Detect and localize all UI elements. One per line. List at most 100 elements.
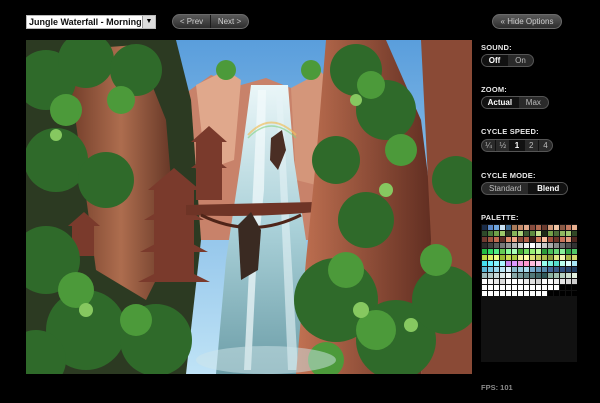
- palette-swatch: [511, 272, 517, 278]
- palette-swatch: [511, 278, 517, 284]
- palette-swatch: [535, 248, 541, 254]
- next-button[interactable]: Next >: [210, 15, 248, 28]
- palette-swatch: [559, 224, 565, 230]
- zoom-max-option[interactable]: Max: [517, 97, 548, 108]
- palette-swatch: [541, 224, 547, 230]
- palette-swatch: [535, 230, 541, 236]
- cycle-mode-standard-option[interactable]: Standard: [482, 183, 528, 194]
- palette-swatch: [481, 254, 487, 260]
- sound-on-option[interactable]: On: [507, 55, 533, 66]
- palette-swatch: [547, 230, 553, 236]
- palette-swatch: [535, 272, 541, 278]
- palette-swatch: [505, 254, 511, 260]
- sound-off-option[interactable]: Off: [482, 55, 507, 66]
- palette-swatch: [535, 224, 541, 230]
- zoom-actual-option[interactable]: Actual: [482, 97, 518, 108]
- scene-select[interactable]: Jungle Waterfall - Morning ▼: [26, 15, 156, 29]
- palette-swatch: [559, 284, 565, 290]
- palette-swatch: [481, 230, 487, 236]
- palette-swatch: [565, 290, 571, 296]
- cycle-speed-2-option[interactable]: 2: [523, 140, 538, 151]
- chevron-down-icon[interactable]: ▼: [142, 16, 155, 28]
- zoom-label: ZOOM:: [481, 85, 507, 94]
- palette-swatch: [565, 260, 571, 266]
- palette-swatch: [535, 260, 541, 266]
- palette-swatch: [481, 290, 487, 296]
- palette-swatch: [499, 254, 505, 260]
- palette-swatch: [541, 236, 547, 242]
- cycle-mode-label: CYCLE MODE:: [481, 171, 536, 180]
- cycle-speed-1-option[interactable]: 1: [509, 140, 524, 151]
- palette-swatch: [535, 278, 541, 284]
- palette-swatch: [523, 248, 529, 254]
- palette-swatch: [535, 242, 541, 248]
- palette-swatch: [541, 266, 547, 272]
- palette-swatch: [511, 284, 517, 290]
- palette-swatch: [517, 242, 523, 248]
- hide-options-button[interactable]: « Hide Options: [492, 14, 562, 29]
- palette-swatch: [559, 272, 565, 278]
- palette-swatch: [481, 242, 487, 248]
- palette-swatch: [499, 278, 505, 284]
- palette-swatch: [511, 266, 517, 272]
- palette-swatch: [541, 242, 547, 248]
- palette-swatch: [571, 224, 577, 230]
- palette-swatch: [517, 284, 523, 290]
- palette-swatch: [553, 230, 559, 236]
- palette-swatch: [493, 266, 499, 272]
- palette-swatch: [523, 260, 529, 266]
- palette-swatch: [487, 272, 493, 278]
- scene-canvas[interactable]: [26, 40, 472, 374]
- palette-swatch: [529, 284, 535, 290]
- palette-swatch: [559, 230, 565, 236]
- palette-swatch: [523, 290, 529, 296]
- palette-swatch: [571, 236, 577, 242]
- palette-swatch: [481, 260, 487, 266]
- palette-swatch: [523, 224, 529, 230]
- palette-swatch: [505, 230, 511, 236]
- palette-swatch: [529, 272, 535, 278]
- cycle-speed-4-option[interactable]: 4: [537, 140, 552, 151]
- palette-swatch: [481, 224, 487, 230]
- palette-swatch: [529, 254, 535, 260]
- palette-swatch: [547, 248, 553, 254]
- palette-swatch: [541, 284, 547, 290]
- palette-swatch: [481, 266, 487, 272]
- palette-swatch: [487, 224, 493, 230]
- palette-swatch: [517, 278, 523, 284]
- palette-swatch: [571, 248, 577, 254]
- palette-swatch: [571, 272, 577, 278]
- palette-swatch: [481, 236, 487, 242]
- palette-swatch: [559, 248, 565, 254]
- fps-readout: FPS: 101: [481, 383, 513, 392]
- palette-swatch: [529, 242, 535, 248]
- palette-swatch: [553, 236, 559, 242]
- palette-swatch: [529, 230, 535, 236]
- cycle-speed-toggle: ¼ ½ 1 2 4: [481, 139, 553, 152]
- palette-label: PALETTE:: [481, 213, 519, 222]
- palette-swatch: [565, 272, 571, 278]
- palette-swatch: [559, 260, 565, 266]
- palette-swatch: [523, 284, 529, 290]
- palette-swatch: [505, 242, 511, 248]
- palette-swatch: [553, 242, 559, 248]
- palette-swatch: [499, 272, 505, 278]
- palette-swatch: [553, 248, 559, 254]
- palette-swatch: [499, 248, 505, 254]
- palette-swatch: [559, 266, 565, 272]
- palette-swatch: [523, 266, 529, 272]
- palette-swatch: [535, 266, 541, 272]
- cycle-mode-toggle: Standard Blend: [481, 182, 568, 195]
- palette-swatch: [523, 242, 529, 248]
- cycle-speed-quarter-option[interactable]: ¼: [482, 140, 495, 151]
- cycle-speed-half-option[interactable]: ½: [495, 140, 509, 151]
- palette-swatch: [505, 224, 511, 230]
- palette-swatch: [511, 224, 517, 230]
- palette-swatch: [529, 278, 535, 284]
- palette-swatch: [499, 290, 505, 296]
- palette-swatch: [505, 290, 511, 296]
- palette-swatch: [505, 284, 511, 290]
- prev-button[interactable]: < Prev: [173, 15, 210, 28]
- cycle-mode-blend-option[interactable]: Blend: [528, 183, 567, 194]
- palette-swatch: [511, 236, 517, 242]
